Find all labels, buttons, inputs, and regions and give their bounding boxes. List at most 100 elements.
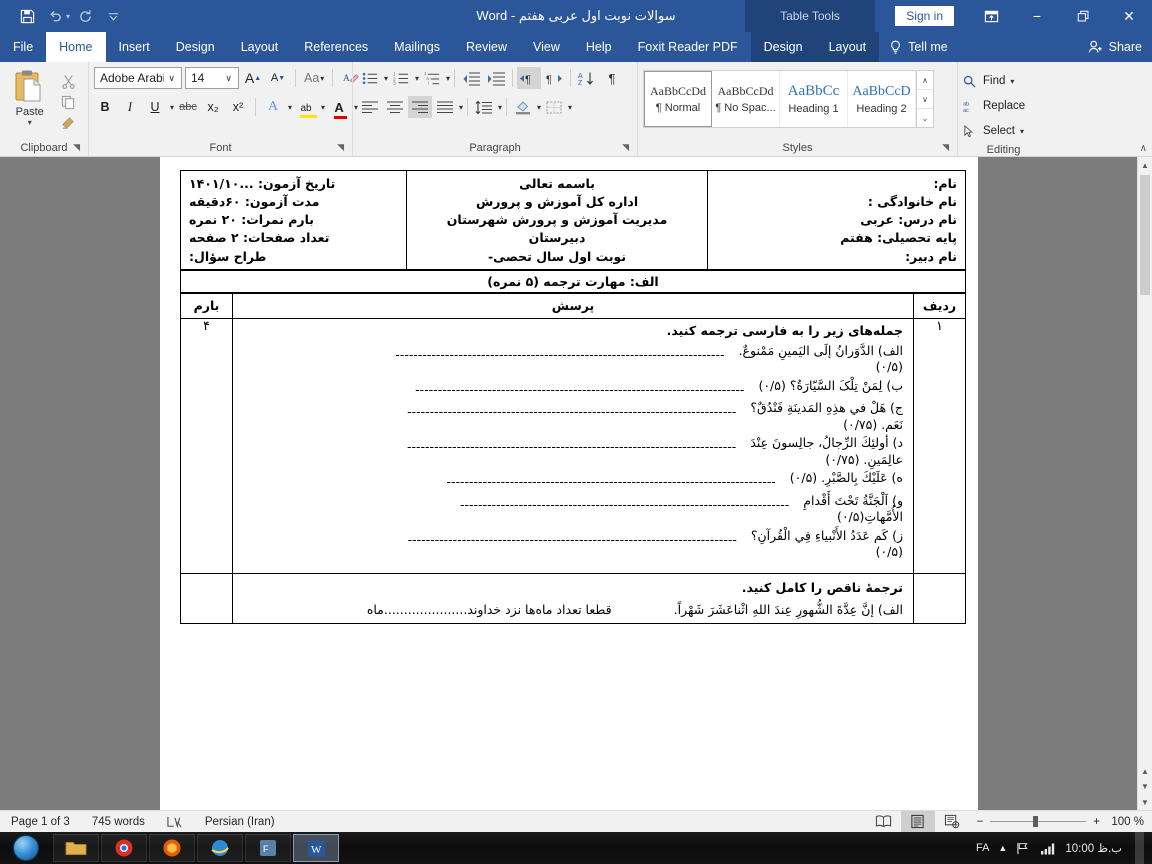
style-no-spacing[interactable]: AaBbCcDd ¶ No Spac... <box>712 71 780 127</box>
undo-icon[interactable] <box>42 4 68 28</box>
network-flag-icon[interactable] <box>1016 842 1031 855</box>
tell-me-box[interactable]: Tell me <box>879 32 958 62</box>
sort-icon[interactable]: AZ <box>575 67 599 89</box>
answer-line[interactable]: ----------------------------------------… <box>243 406 736 419</box>
web-layout-icon[interactable] <box>935 811 969 833</box>
zoom-in-button[interactable]: + <box>1093 816 1100 828</box>
vertical-scrollbar[interactable]: ▲ ▲ ▼ ▼ <box>1137 157 1152 810</box>
select-dropdown-icon[interactable]: ▾ <box>1020 127 1024 136</box>
decrease-indent-icon[interactable] <box>459 67 483 89</box>
text-effects-icon[interactable]: A <box>262 96 284 118</box>
answer-line[interactable]: ----------------------------------------… <box>243 384 744 397</box>
strikethrough-button[interactable]: abc <box>177 96 199 118</box>
underline-dropdown-icon[interactable]: ▾ <box>170 103 174 112</box>
collapse-ribbon-icon[interactable]: ∧ <box>1140 143 1147 154</box>
styles-scroll-down-icon[interactable]: ∨ <box>917 90 933 109</box>
answer-line[interactable]: ----------------------------------------… <box>243 534 737 547</box>
zoom-level[interactable]: 100 % <box>1108 816 1152 828</box>
shading-icon[interactable] <box>511 96 535 118</box>
tab-review[interactable]: Review <box>453 32 520 62</box>
grow-font-button[interactable]: A ▲ <box>242 67 264 89</box>
tab-help[interactable]: Help <box>573 32 625 62</box>
justify-dropdown-icon[interactable]: ▾ <box>459 103 463 112</box>
tab-table-layout[interactable]: Layout <box>815 32 880 62</box>
redo-icon[interactable] <box>72 4 98 28</box>
answer-line[interactable]: ----------------------------------------… <box>243 441 736 454</box>
tab-mailings[interactable]: Mailings <box>381 32 453 62</box>
align-right-icon[interactable] <box>408 96 432 118</box>
font-size-chevron-down-icon[interactable]: ∨ <box>221 73 236 84</box>
find-button[interactable]: Find ▾ <box>963 70 1014 92</box>
text-effects-dropdown-icon[interactable]: ▾ <box>288 103 292 112</box>
previous-page-icon[interactable]: ▲ <box>1138 764 1152 779</box>
cut-icon[interactable] <box>61 72 76 90</box>
zoom-slider[interactable] <box>990 816 1087 827</box>
shrink-font-button[interactable]: A ▼ <box>267 67 289 89</box>
underline-button[interactable]: U <box>144 96 166 118</box>
close-button[interactable]: ✕ <box>1106 0 1152 32</box>
next-page-icon[interactable]: ▼ <box>1138 779 1152 794</box>
scroll-down-icon[interactable]: ▼ <box>1138 794 1152 810</box>
show-desktop-button[interactable] <box>1135 832 1144 864</box>
tab-view[interactable]: View <box>520 32 573 62</box>
line-spacing-icon[interactable] <box>472 96 496 118</box>
paste-dropdown-icon[interactable]: ▾ <box>28 118 32 127</box>
tab-insert[interactable]: Insert <box>106 32 163 62</box>
taskbar-file-explorer-icon[interactable] <box>53 834 99 862</box>
scrollbar-thumb[interactable] <box>1140 175 1150 295</box>
document-page[interactable]: نام: نام خانوادگی : نام درس: عربی پایه ت… <box>160 157 978 810</box>
answer-line[interactable]: ----------------------------------------… <box>243 349 724 362</box>
q2-item-a-farsi[interactable]: قطعا تعداد ماه‌ها نزد خداوند............… <box>367 602 612 617</box>
proofing-icon[interactable] <box>156 811 194 833</box>
tab-home[interactable]: Home <box>46 32 106 62</box>
undo-dropdown-icon[interactable]: ▾ <box>66 12 70 21</box>
print-layout-icon[interactable] <box>900 810 935 833</box>
numbered-list-icon[interactable]: 123 <box>389 67 413 89</box>
borders-dropdown-icon[interactable]: ▾ <box>568 103 572 112</box>
increase-indent-icon[interactable] <box>484 67 508 89</box>
page-indicator[interactable]: Page 1 of 3 <box>0 811 81 833</box>
bullet-list-icon[interactable] <box>358 67 382 89</box>
customize-qat-icon[interactable] <box>100 4 126 28</box>
tray-expand-icon[interactable]: ▲ <box>998 843 1007 853</box>
ribbon-display-options-icon[interactable] <box>968 0 1014 32</box>
styles-dialog-launcher-icon[interactable]: ◥ <box>942 139 949 156</box>
tray-language-indicator[interactable]: FA <box>976 842 989 854</box>
zoom-slider-thumb[interactable] <box>1033 816 1039 827</box>
align-left-icon[interactable] <box>358 96 382 118</box>
answer-line[interactable]: ----------------------------------------… <box>243 476 775 489</box>
copy-icon[interactable] <box>61 93 76 111</box>
scroll-up-icon[interactable]: ▲ <box>1138 157 1152 173</box>
minimize-button[interactable]: − <box>1014 0 1060 32</box>
tab-file[interactable]: File <box>0 32 46 62</box>
shading-dropdown-icon[interactable]: ▾ <box>537 103 541 112</box>
show-formatting-marks-icon[interactable]: ¶ <box>600 67 624 89</box>
font-name-combo[interactable]: Adobe Arabi ∨ <box>94 67 182 89</box>
style-heading-1[interactable]: AaBbCc Heading 1 <box>780 71 848 127</box>
justify-icon[interactable] <box>433 96 457 118</box>
taskbar-word-icon[interactable]: W <box>293 834 339 862</box>
font-size-combo[interactable]: 14 ∨ <box>185 67 239 89</box>
font-color-icon[interactable]: A <box>328 96 350 119</box>
taskbar-firefox-icon[interactable] <box>149 834 195 862</box>
right-to-left-icon[interactable]: ¶ <box>542 67 566 89</box>
superscript-button[interactable]: x² <box>227 96 249 118</box>
language-indicator[interactable]: Persian (Iran) <box>194 811 286 833</box>
taskbar-internet-explorer-icon[interactable] <box>197 834 243 862</box>
replace-button[interactable]: ab ac Replace <box>963 95 1025 117</box>
find-dropdown-icon[interactable]: ▾ <box>1010 77 1014 86</box>
left-to-right-icon[interactable]: ¶ <box>517 67 542 89</box>
read-mode-icon[interactable] <box>867 811 901 833</box>
taskbar-clock[interactable]: 10:00 ب.ظ <box>1065 841 1122 855</box>
numbering-dropdown-icon[interactable]: ▾ <box>415 74 419 83</box>
browse-buttons[interactable]: ▲ ▼ <box>1138 764 1152 794</box>
italic-button[interactable]: I <box>119 96 141 118</box>
signal-icon[interactable] <box>1040 842 1056 855</box>
answer-line[interactable]: ----------------------------------------… <box>243 499 789 512</box>
font-dialog-launcher-icon[interactable]: ◥ <box>337 139 344 156</box>
taskbar-chrome-icon[interactable] <box>101 834 147 862</box>
styles-scroll-up-icon[interactable]: ∧ <box>917 71 933 90</box>
style-heading-2[interactable]: AaBbCcD Heading 2 <box>848 71 916 127</box>
multilevel-dropdown-icon[interactable]: ▾ <box>446 74 450 83</box>
clipboard-dialog-launcher-icon[interactable]: ◥ <box>73 139 80 156</box>
